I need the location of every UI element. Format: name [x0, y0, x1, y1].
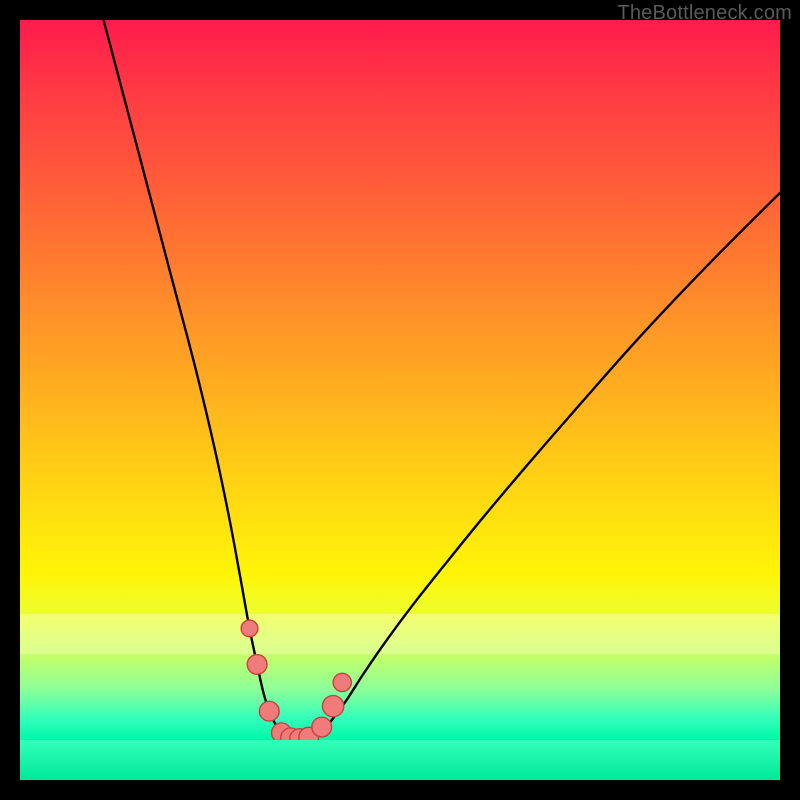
plot-area — [20, 20, 780, 740]
green-baseline-strip — [20, 740, 780, 780]
marker-left-2 — [247, 655, 267, 675]
marker-left-3 — [259, 701, 279, 721]
marker-left-top — [241, 620, 258, 637]
chart-svg — [20, 20, 780, 740]
series-left-curve — [104, 20, 288, 738]
marker-right-2 — [322, 696, 343, 717]
series-right-curve — [313, 193, 780, 738]
marker-right-3 — [312, 717, 332, 737]
marker-right-top — [333, 673, 351, 691]
marker-layer — [241, 620, 351, 740]
chart-frame — [20, 20, 780, 780]
series-layer — [104, 20, 780, 740]
